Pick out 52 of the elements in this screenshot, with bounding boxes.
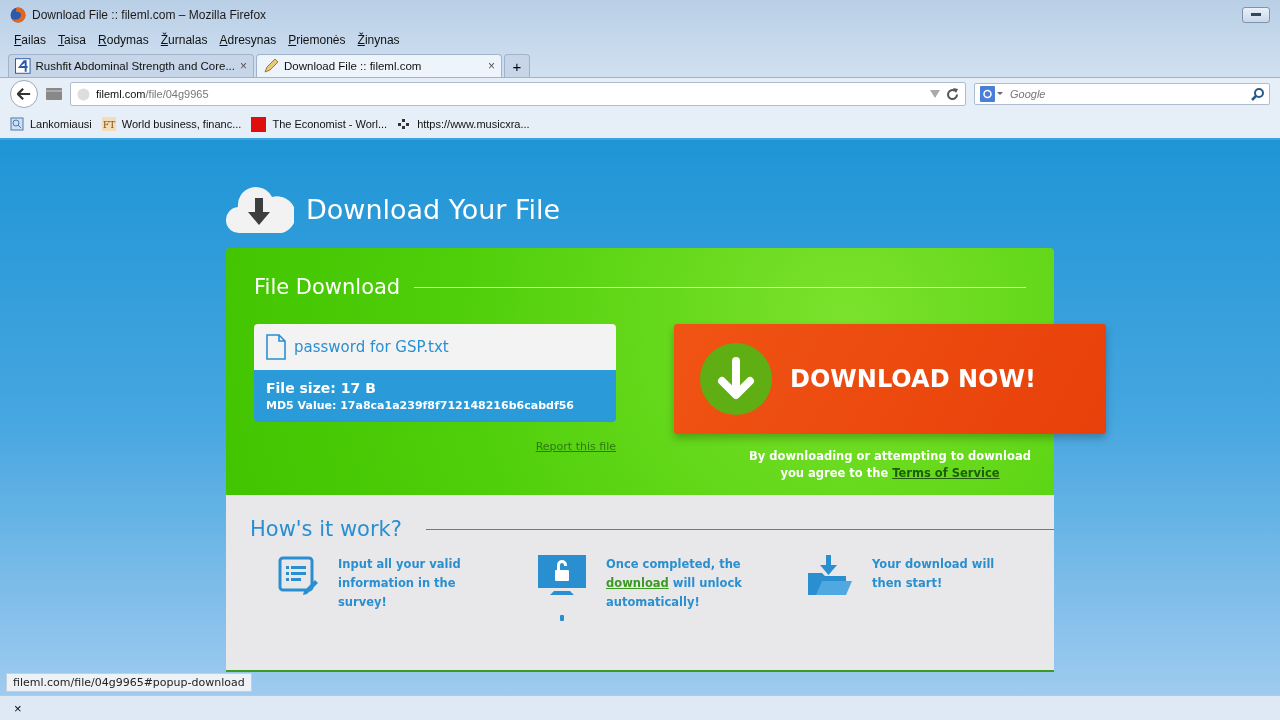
search-icon[interactable] (1251, 87, 1264, 101)
search-bar[interactable]: Google (974, 83, 1270, 105)
step-text: Input all your valid information in the survey! (338, 556, 462, 611)
terms-notice: By downloading or attempting to download you agree to the Terms of Service (748, 448, 1032, 482)
pencil-icon (263, 58, 279, 74)
window-title: Download File :: fileml.com – Mozilla Firefox (32, 8, 267, 22)
minimize-button[interactable] (1242, 7, 1270, 23)
bookmark-folder-icon (10, 117, 24, 131)
back-arrow-icon (17, 87, 31, 101)
site-icon (397, 117, 412, 131)
file-icon (266, 334, 286, 360)
md5-value: MD5 Value: 17a8ca1a239f8f712148216b6cabdf56 (266, 399, 575, 412)
close-button[interactable]: × (14, 701, 22, 716)
menu-item[interactable]: Taisa (58, 33, 87, 47)
bookmark-item[interactable]: FT World business, financ... (101, 117, 242, 131)
globe-icon (77, 87, 90, 101)
menu-item[interactable]: Failas (14, 33, 47, 47)
address-bar[interactable]: fileml.com/file/04g9965 (70, 82, 966, 106)
survey-form-icon (278, 555, 318, 595)
reload-icon[interactable] (946, 87, 959, 101)
menu-item[interactable]: Žurnalas (160, 33, 208, 47)
browser-logo-icon (10, 7, 26, 23)
menu-item[interactable]: Rodymas (98, 33, 149, 47)
section-title: How's it work? (250, 517, 402, 541)
bookmark-item[interactable]: Lankomiausi (10, 117, 92, 131)
search-engine-icon[interactable] (980, 86, 1004, 102)
back-button[interactable] (10, 80, 38, 108)
browser-tab[interactable]: Download File :: fileml.com × (256, 54, 502, 77)
minimize-icon (1251, 13, 1261, 17)
bookmark-item[interactable]: The Economist - Worl... (251, 116, 388, 132)
new-tab-button[interactable]: + (504, 54, 530, 77)
step-text: Your download will then start! (872, 556, 996, 592)
file-name: password for GSP.txt (294, 338, 449, 356)
step-text: Once completed, the download will unlock automatically! (606, 556, 743, 611)
menu-item[interactable]: Adresynas (219, 33, 277, 47)
panel-title: File Download (254, 275, 401, 299)
page-heading: Download Your File (306, 193, 561, 225)
download-now-button[interactable]: DOWNLOAD NOW! (674, 324, 1106, 434)
tab-close-button[interactable]: × (488, 59, 495, 73)
status-url: fileml.com/file/04g9965#popup-download (6, 673, 252, 692)
site-icon: FT (101, 117, 116, 131)
tab-favicon-icon (15, 58, 31, 74)
folder-download-icon (808, 555, 852, 595)
monitor-unlock-icon (538, 555, 586, 621)
browser-tab[interactable]: Rushfit Abdominal Strength and Core... × (8, 54, 254, 77)
terms-link[interactable]: Terms of Service (892, 466, 1000, 480)
menu-item[interactable]: Priemonės (288, 33, 346, 47)
tab-close-button[interactable]: × (240, 59, 247, 73)
file-size: File size: 17 B (266, 380, 377, 396)
bookmark-item[interactable]: https://www.musicxra... (397, 117, 530, 131)
search-field[interactable]: Google (1008, 84, 1247, 104)
menu-item[interactable]: Žinynas (357, 33, 400, 47)
